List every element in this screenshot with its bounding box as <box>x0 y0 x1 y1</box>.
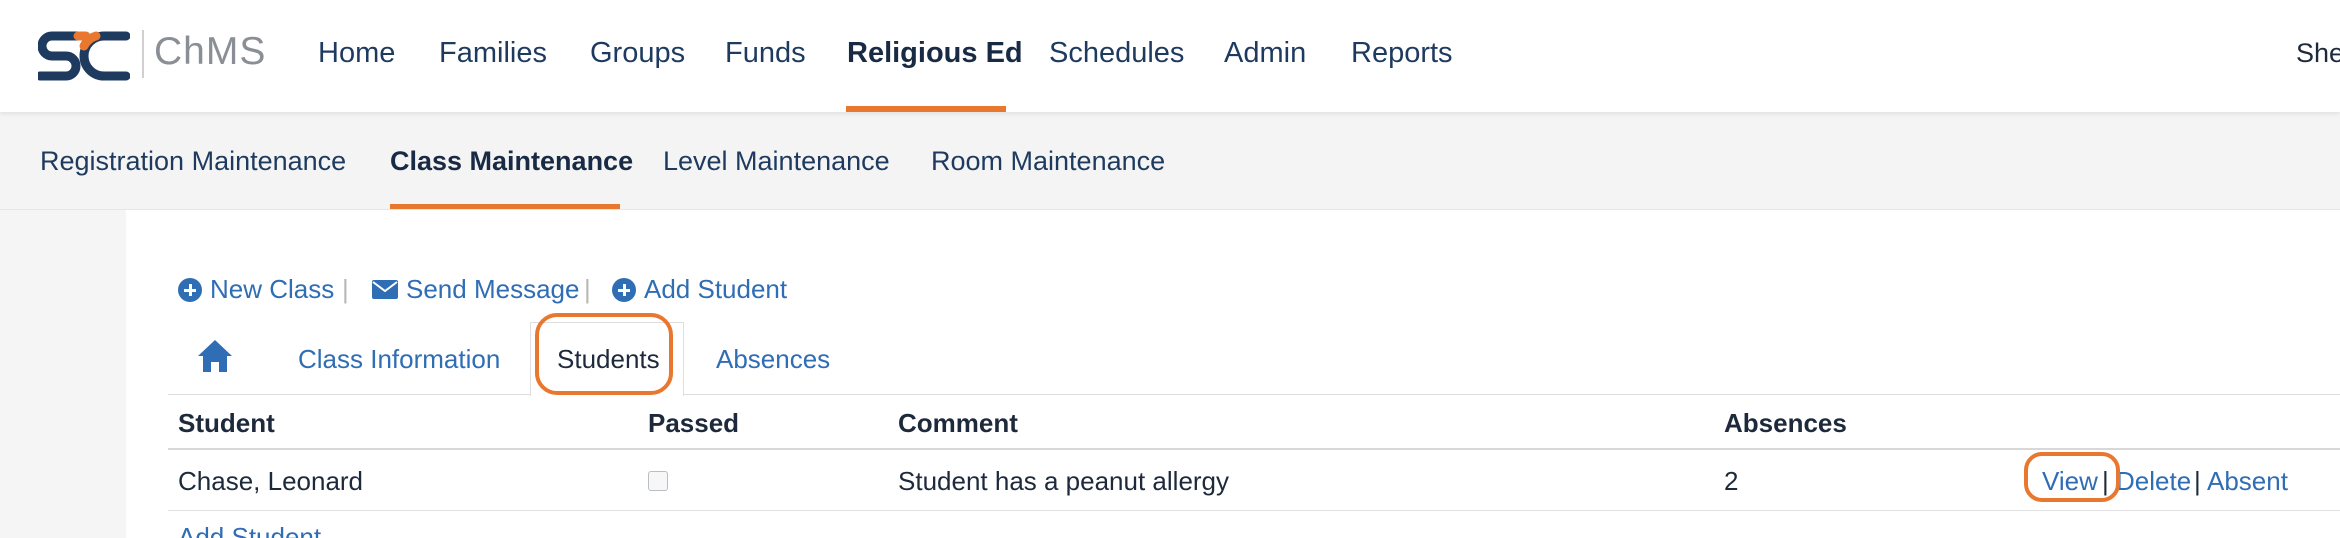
send-message-link[interactable]: Send Message <box>372 274 579 305</box>
plus-circle-icon <box>612 277 636 302</box>
subnav-class-maintenance[interactable]: Class Maintenance <box>390 146 633 177</box>
toolbar-separator: | <box>342 274 349 304</box>
passed-checkbox[interactable] <box>648 471 668 491</box>
brand-name[interactable]: ChMS <box>154 30 266 74</box>
column-header-comment: Comment <box>898 408 1018 438</box>
nav-active-indicator <box>846 106 1006 112</box>
subnav-active-indicator <box>390 204 620 209</box>
table-header-divider <box>168 448 2340 450</box>
add-student-bottom-link[interactable]: Add Student <box>178 522 321 538</box>
new-class-label: New Class <box>210 274 335 304</box>
tab-class-information[interactable]: Class Information <box>298 344 500 375</box>
subnav-room-maintenance[interactable]: Room Maintenance <box>931 146 1165 177</box>
logo-divider <box>142 30 144 78</box>
absent-link[interactable]: Absent <box>2207 466 2288 497</box>
plus-circle-icon <box>178 277 202 302</box>
column-header-absences: Absences <box>1724 408 1847 438</box>
sub-navbar: Registration Maintenance Class Maintenan… <box>0 112 2340 210</box>
toolbar-separator: | <box>584 274 591 304</box>
column-header-passed: Passed <box>648 408 740 438</box>
nav-home[interactable]: Home <box>318 37 395 70</box>
column-header-student: Student <box>178 408 275 438</box>
table-row-divider <box>168 510 2340 511</box>
view-link-highlight <box>2024 452 2120 502</box>
tab-absences[interactable]: Absences <box>716 344 830 375</box>
students-tab-highlight <box>535 313 673 395</box>
delete-link[interactable]: Delete <box>2116 466 2191 497</box>
add-student-label: Add Student <box>644 274 788 304</box>
cell-comment: Student has a peanut allergy <box>898 466 1230 496</box>
logo-icon[interactable] <box>38 28 130 82</box>
nav-families[interactable]: Families <box>439 37 547 70</box>
nav-schedules[interactable]: Schedules <box>1049 37 1184 70</box>
cell-student-name: Chase, Leonard <box>178 466 364 496</box>
envelope-icon <box>372 280 398 299</box>
nav-reports[interactable]: Reports <box>1351 37 1453 70</box>
subnav-registration-maintenance[interactable]: Registration Maintenance <box>40 146 346 177</box>
action-separator: | <box>2194 466 2201 496</box>
subnav-level-maintenance[interactable]: Level Maintenance <box>663 146 890 177</box>
home-icon[interactable] <box>196 338 234 374</box>
add-student-link[interactable]: Add Student <box>612 274 787 305</box>
nav-admin[interactable]: Admin <box>1224 37 1306 70</box>
top-navbar: ChMS Home Families Groups Funds Religiou… <box>0 0 2340 112</box>
cell-absences: 2 <box>1724 466 1739 496</box>
send-message-label: Send Message <box>406 274 580 304</box>
new-class-link[interactable]: New Class <box>178 274 334 305</box>
nav-groups[interactable]: Groups <box>590 37 685 70</box>
nav-funds[interactable]: Funds <box>725 37 806 70</box>
user-menu[interactable]: Shel <box>2296 38 2340 69</box>
nav-religious-ed[interactable]: Religious Ed <box>847 37 1023 70</box>
tabs-baseline <box>168 394 2340 395</box>
